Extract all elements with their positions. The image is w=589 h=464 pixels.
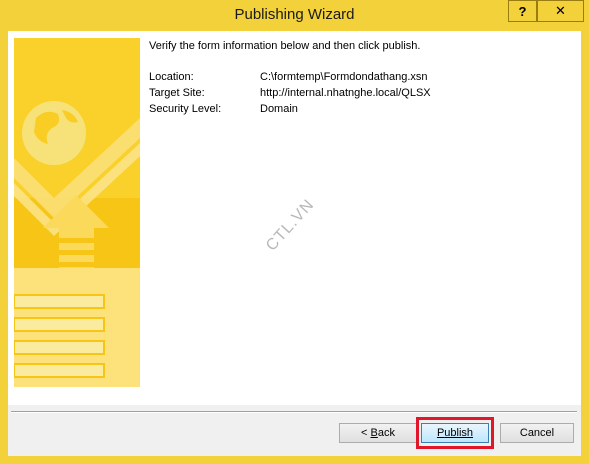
wizard-body: Verify the form information below and th… — [8, 31, 581, 456]
target-site-label: Target Site: — [149, 87, 205, 99]
window-title: Publishing Wizard — [234, 6, 355, 23]
publishing-wizard-window: Publishing Wizard ? ✕ Verify the form in… — [0, 0, 589, 464]
location-value: C:\formtemp\Formdondathang.xsn — [260, 71, 428, 83]
security-level-value: Domain — [260, 103, 298, 115]
close-button[interactable]: ✕ — [537, 0, 584, 22]
back-button-accesskey: B — [370, 427, 378, 439]
wizard-banner-image — [14, 38, 140, 387]
cancel-button[interactable]: Cancel — [500, 423, 574, 443]
target-site-value: http://internal.nhatnghe.local/QLSX — [260, 87, 431, 99]
help-button[interactable]: ? — [508, 0, 537, 22]
form-icon — [14, 268, 140, 387]
button-separator — [11, 411, 577, 413]
intro-text: Verify the form information below and th… — [149, 40, 421, 52]
title-bar[interactable]: Publishing Wizard ? ✕ — [0, 0, 589, 31]
security-level-label: Security Level: — [149, 103, 222, 115]
back-button[interactable]: < Back — [339, 423, 417, 443]
content-panel: Verify the form information below and th… — [8, 31, 581, 405]
help-icon: ? — [518, 3, 527, 19]
location-label: Location: — [149, 71, 194, 83]
watermark-text: CTL.VN — [263, 196, 318, 255]
back-button-prefix: < — [361, 427, 371, 439]
globe-icon — [22, 101, 86, 165]
close-icon: ✕ — [555, 3, 566, 18]
back-button-label: ack — [377, 427, 395, 439]
banner-graphic — [14, 38, 140, 387]
publish-highlight-box — [416, 417, 494, 449]
